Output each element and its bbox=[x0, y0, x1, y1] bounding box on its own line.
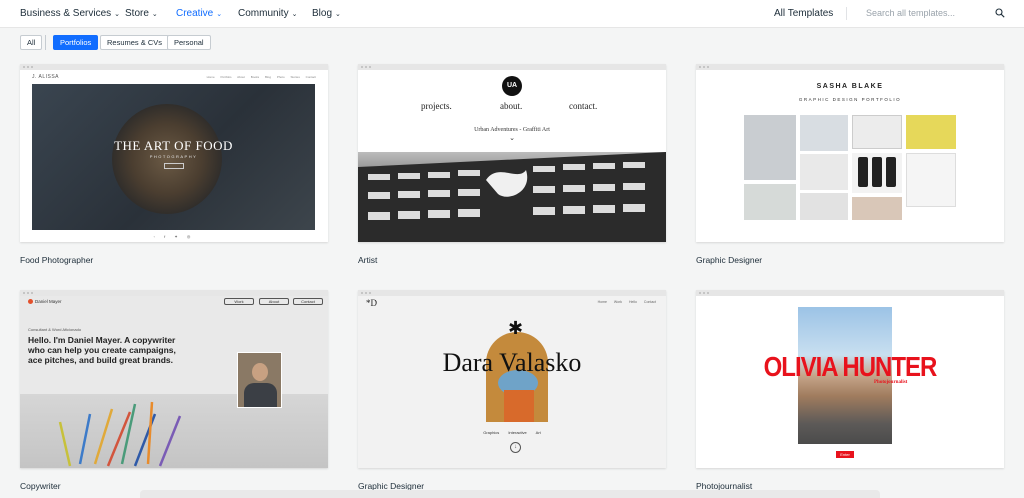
preview-logo: *D bbox=[366, 298, 377, 308]
chevron-down-icon: ⌄ bbox=[509, 135, 515, 142]
template-card-graphic-designer-dara[interactable]: *D Home Work Hello Contact ✱ Dara Valask… bbox=[358, 290, 666, 468]
preview-tagline: Urban Adventures - Graffiti Art bbox=[474, 127, 550, 133]
portfolio-thumbnail bbox=[744, 184, 796, 220]
preview-nav-contact: contact. bbox=[569, 101, 598, 111]
chevron-down-icon: ⌄ bbox=[335, 11, 341, 18]
search-input[interactable] bbox=[866, 5, 986, 21]
template-title[interactable]: Food Photographer bbox=[20, 255, 93, 265]
all-templates-link[interactable]: All Templates bbox=[774, 8, 833, 19]
portfolio-thumbnail bbox=[852, 115, 902, 149]
search-icon[interactable] bbox=[995, 8, 1005, 18]
preview-name: OLIVIA HUNTER bbox=[763, 351, 938, 383]
preview-hero-title: THE ART OF FOOD bbox=[114, 138, 233, 153]
preview-tags: Graphics Interactive Art bbox=[483, 430, 541, 435]
preview-subtitle: GRAPHIC DESIGN PORTFOLIO bbox=[798, 97, 902, 102]
template-title[interactable]: Artist bbox=[358, 255, 377, 265]
chevron-down-icon: ⌄ bbox=[114, 11, 121, 18]
plate-image bbox=[112, 104, 222, 214]
filter-all[interactable]: All bbox=[20, 35, 43, 50]
phone-mockups bbox=[852, 153, 902, 193]
template-card-graphic-designer-sasha[interactable]: SASHA BLAKE GRAPHIC DESIGN PORTFOLIO bbox=[696, 64, 1004, 242]
preview-logo: J. ALISSA bbox=[32, 74, 60, 80]
chevron-down-icon: ⌄ bbox=[291, 11, 298, 18]
nav-business-services[interactable]: Business & Services ⌄ bbox=[20, 8, 120, 19]
preview-small-text: Consultant & Word Aficionado bbox=[28, 327, 82, 332]
template-card-food-photographer[interactable]: J. ALISSA Home Portfolio About Books Blo… bbox=[20, 64, 328, 242]
portfolio-thumbnail bbox=[906, 115, 956, 149]
browser-bar bbox=[358, 64, 666, 70]
preview-nav-links: Home Portfolio About Books Blog Photo St… bbox=[206, 75, 316, 79]
portfolio-thumbnail bbox=[744, 115, 796, 180]
preview-button-contact: Contact bbox=[293, 298, 323, 305]
preview-logo: Daniel Mayer bbox=[28, 299, 62, 305]
preview-enter-button: Enter bbox=[836, 451, 854, 458]
filter-personal[interactable]: Personal bbox=[167, 35, 211, 50]
chevron-down-icon: ⌄ bbox=[151, 11, 158, 18]
divider bbox=[45, 35, 46, 50]
preview-subtitle: Photojournalist bbox=[874, 380, 908, 385]
scroll-panel-edge bbox=[140, 490, 880, 498]
portfolio-thumbnail bbox=[800, 193, 848, 220]
filter-portfolios[interactable]: Portfolios bbox=[53, 35, 99, 50]
preview-headline: Hello. I'm Daniel Mayer. A copywriter wh… bbox=[28, 335, 176, 365]
preview-nav-links: Home Work Hello Contact bbox=[597, 300, 656, 304]
portfolio-thumbnail bbox=[800, 115, 848, 151]
divider bbox=[846, 7, 847, 20]
nav-community[interactable]: Community ⌄ bbox=[238, 8, 297, 19]
logo-dot-icon bbox=[28, 299, 33, 305]
nav-creative[interactable]: Creative ⌄ bbox=[176, 8, 222, 19]
preview-portrait bbox=[237, 352, 282, 408]
preview-building-photo bbox=[358, 152, 666, 242]
template-card-photojournalist[interactable]: OLIVIA HUNTER Photojournalist Enter bbox=[696, 290, 1004, 468]
portfolio-thumbnail bbox=[800, 154, 848, 190]
preview-logo: UA bbox=[502, 76, 522, 96]
chevron-down-icon: ⌄ bbox=[216, 11, 223, 18]
preview-hero-subtitle: PHOTOGRAPHY bbox=[149, 154, 198, 159]
template-title[interactable]: Copywriter bbox=[20, 481, 61, 491]
scroll-down-icon: ↓ bbox=[510, 442, 521, 453]
portfolio-thumbnail bbox=[852, 197, 902, 220]
preview-name: Dara Valasko bbox=[442, 348, 582, 377]
asterisk-icon: ✱ bbox=[508, 318, 524, 338]
template-title[interactable]: Graphic Designer bbox=[696, 255, 762, 265]
template-card-artist[interactable]: UA projects. about. contact. Urban Adven… bbox=[358, 64, 666, 242]
template-card-copywriter[interactable]: Daniel Mayer Work About Contact Consulta… bbox=[20, 290, 328, 468]
preview-nav-about: about. bbox=[500, 101, 523, 111]
nav-store[interactable]: Store ⌄ bbox=[125, 8, 158, 19]
preview-hero-image: THE ART OF FOOD PHOTOGRAPHY bbox=[32, 84, 315, 230]
building-illustration bbox=[358, 152, 666, 242]
browser-bar bbox=[358, 290, 666, 296]
browser-bar bbox=[696, 64, 1004, 70]
preview-button bbox=[164, 163, 184, 169]
browser-bar bbox=[696, 290, 1004, 296]
top-nav: Business & Services ⌄ Store ⌄ Creative ⌄ Co… bbox=[0, 0, 1024, 28]
preview-name: SASHA BLAKE bbox=[816, 83, 884, 90]
filter-resumes-cvs[interactable]: Resumes & CVs bbox=[100, 35, 170, 50]
browser-bar bbox=[20, 290, 328, 296]
preview-button-work: Work bbox=[224, 298, 254, 305]
browser-bar bbox=[20, 64, 328, 70]
nav-blog[interactable]: Blog ⌄ bbox=[312, 8, 341, 19]
preview-button-about: About bbox=[259, 298, 289, 305]
portfolio-thumbnail bbox=[906, 153, 956, 207]
preview-social-icons: ◦ f ✦ ◎ bbox=[153, 234, 195, 239]
preview-nav-projects: projects. bbox=[421, 101, 452, 111]
